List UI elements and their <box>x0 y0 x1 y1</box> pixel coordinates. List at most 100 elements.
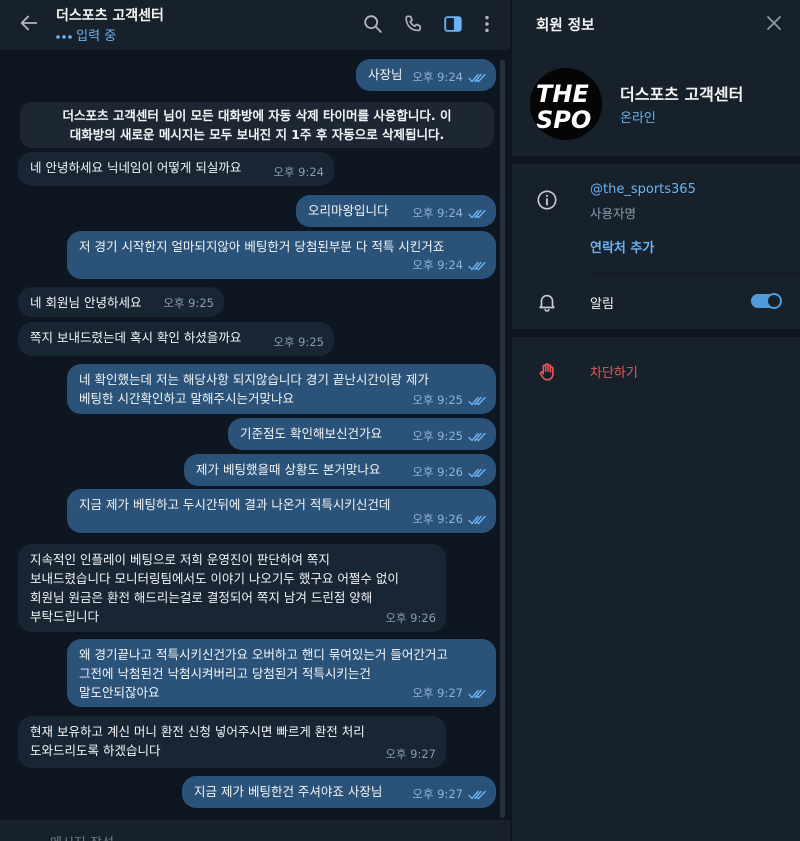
message-time: 오후 9:27 <box>412 787 463 801</box>
read-ticks-icon <box>468 396 486 405</box>
panel-title: 회원 정보 <box>536 18 595 34</box>
outgoing-message[interactable]: 기준점도 확인해보신건가요 오후 9:25 <box>228 418 496 450</box>
outgoing-message[interactable]: 지금 제가 베팅한건 주셔야죠 사장님 오후 9:27 <box>182 776 496 808</box>
message-meta: 오후 9:24 <box>412 256 486 275</box>
composer: 메시지 작성 <box>0 820 510 841</box>
typing-status-label: 입력 중 <box>76 29 117 44</box>
read-ticks-icon <box>468 790 486 799</box>
message-meta: 오후 9:27 <box>412 785 486 804</box>
read-ticks-icon <box>468 261 486 270</box>
hand-block-icon <box>539 363 554 381</box>
scrollbar[interactable] <box>500 60 505 818</box>
outgoing-message[interactable]: 네 확인했는데 저는 해당사항 되지않습니다 경기 끝난시간이랑 제가 베팅한 시… <box>67 364 496 414</box>
message-time: 오후 9:25 <box>412 393 463 407</box>
incoming-message[interactable]: 쪽지 보내드렸는데 혹시 확인 하셨을까요 오후 9:25 <box>18 322 334 356</box>
avatar-logo-line1: THE <box>536 80 589 108</box>
read-ticks-icon <box>468 73 486 82</box>
chat-title[interactable]: 더스포츠 고객센터 <box>56 5 164 25</box>
info-icon <box>537 190 557 210</box>
outgoing-message[interactable]: 저 경기 시작한지 얼마되지않아 베팅한거 당첨된부분 다 적특 시킨거죠오후 … <box>67 231 496 279</box>
row-divider <box>590 273 800 274</box>
message-meta: 오후 9:25 <box>412 391 486 410</box>
message-list[interactable]: 사장님 오후 9:24 네 안녕하세요 닉네임이 어떻게 되실까요 오후 9:24 오리… <box>0 50 510 820</box>
message-text: 부탁드립니다 <box>30 609 100 624</box>
message-text: 저 경기 시작한지 얼마되지않아 베팅한거 당첨된부분 다 적특 시킨거죠 <box>79 239 445 254</box>
avatar-logo-line2: SPO <box>536 106 591 134</box>
outgoing-message[interactable]: 제가 베팅했을때 상황도 본거맞나요 오후 9:26 <box>184 454 496 486</box>
read-ticks-icon <box>468 468 486 477</box>
outgoing-message[interactable]: 지금 제가 베팅하고 두시간뒤에 결과 나온거 적특시키신건데 오후 9:26 <box>67 489 496 533</box>
section-divider <box>512 329 800 337</box>
avatar[interactable]: THE SPO <box>530 68 602 140</box>
message-text: 보내드렸습니다 모니터링팀에서도 이야기 나오기두 했구요 어쩔수 없이 <box>30 571 399 586</box>
message-text: 그전에 낙첨된건 낙첨시켜버리고 당첨된거 적특시키는건 <box>79 666 371 681</box>
message-time: 오후 9:26 <box>412 465 463 479</box>
incoming-message[interactable]: 지속적인 인플레이 베팅으로 저희 운영진이 판단하여 쪽지보내드렸습니다 모니… <box>18 544 446 632</box>
read-ticks-icon <box>468 432 486 441</box>
read-ticks-icon <box>468 689 486 698</box>
profile-panel: 회원 정보 THE SPO 더스포츠 고객센터 온라인 @the_sports3… <box>512 0 800 841</box>
block-user-button[interactable]: 차단하기 <box>590 362 638 381</box>
read-ticks-icon <box>468 515 486 524</box>
read-ticks-icon <box>468 209 486 218</box>
message-text: 도와드리도록 하겠습니다 <box>30 743 161 758</box>
message-time: 오후 9:24 <box>412 258 463 272</box>
close-icon[interactable] <box>766 15 782 31</box>
chat-header: 더스포츠 고객센터 입력 중 <box>0 0 510 50</box>
message-time: 오후 9:27 <box>412 686 463 700</box>
message-time: 오후 9:25 <box>273 335 324 349</box>
avatar-logo-icon: THE SPO <box>536 80 591 134</box>
message-time: 오후 9:24 <box>412 70 463 84</box>
search-icon[interactable] <box>362 13 384 35</box>
more-vertical-icon[interactable] <box>476 13 498 35</box>
service-message-line: 대화방의 새로운 메시지는 모두 보내진 지 1주 후 자동으로 삭제됩니다. <box>69 127 445 142</box>
message-time: 오후 9:27 <box>385 747 436 761</box>
outgoing-message[interactable]: 왜 경기끝나고 적특시키신건가요 오버하고 핸디 묶여있는거 들어간거고그전에 … <box>67 639 496 707</box>
message-meta: 오후 9:24 <box>412 204 486 223</box>
incoming-message[interactable]: 네 안녕하세요 닉네임이 어떻게 되실까요 오후 9:24 <box>18 152 334 186</box>
phone-icon[interactable] <box>402 13 424 35</box>
message-meta: 오후 9:27 <box>385 745 436 764</box>
username-link[interactable]: @the_sports365 <box>590 182 696 197</box>
outgoing-message[interactable]: 사장님 오후 9:24 <box>356 59 496 91</box>
chat-area: 더스포츠 고객센터 입력 중 사장님 오후 9:24 네 안녕하세요 닉네임이 어떻… <box>0 0 510 841</box>
add-contact-button[interactable]: 연락처 추가 <box>590 237 654 256</box>
message-time: 오후 9:25 <box>412 429 463 443</box>
message-meta: 오후 9:26 <box>412 510 486 529</box>
notifications-label: 알림 <box>590 297 614 312</box>
message-time: 오후 9:26 <box>412 512 463 526</box>
message-text: 회원님 원금은 환전 해드리는걸로 결정되어 쪽지 남겨 드린점 양해 <box>30 590 373 605</box>
arrow-left-icon[interactable] <box>18 12 40 34</box>
message-meta: 오후 9:24 <box>412 68 486 87</box>
incoming-message[interactable]: 네 회원님 안녕하세요 오후 9:25 <box>18 287 224 317</box>
toggle-knob <box>766 293 782 309</box>
message-meta: 오후 9:27 <box>412 684 486 703</box>
message-meta: 오후 9:25 <box>273 333 324 352</box>
bell-icon <box>539 294 555 312</box>
notifications-toggle[interactable] <box>751 293 782 309</box>
message-time: 오후 9:24 <box>273 165 324 179</box>
message-text: 네 확인했는데 저는 해당사항 되지않습니다 경기 끝난시간이랑 제가 <box>79 372 429 387</box>
message-time: 오후 9:25 <box>163 296 214 310</box>
online-status: 온라인 <box>620 111 656 126</box>
message-meta: 오후 9:24 <box>273 163 324 182</box>
message-time: 오후 9:24 <box>412 206 463 220</box>
message-meta: 오후 9:25 <box>412 427 486 446</box>
incoming-message[interactable]: 현재 보유하고 계신 머니 환전 신청 넣어주시면 빠르게 환전 처리도와드리도… <box>18 716 446 768</box>
service-message: 더스포츠 고객센터 님이 모든 대화방에 자동 삭제 타이머를 사용합니다. 이… <box>20 102 494 148</box>
section-divider <box>512 156 800 164</box>
message-text: 현재 보유하고 계신 머니 환전 신청 넣어주시면 빠르게 환전 처리 <box>30 724 365 739</box>
sidebar-toggle-icon[interactable] <box>442 13 464 35</box>
service-message-line: 더스포츠 고객센터 님이 모든 대화방에 자동 삭제 타이머를 사용합니다. 이 <box>62 108 452 123</box>
message-time: 오후 9:26 <box>385 611 436 625</box>
message-text: 지속적인 인플레이 베팅으로 저희 운영진이 판단하여 쪽지 <box>30 552 330 567</box>
profile-name: 더스포츠 고객센터 <box>620 85 744 104</box>
message-meta: 오후 9:25 <box>163 294 214 313</box>
message-text: 왜 경기끝나고 적특시키신건가요 오버하고 핸디 묶여있는거 들어간거고 <box>79 647 448 662</box>
typing-dots-icon <box>56 35 72 39</box>
outgoing-message[interactable]: 오리마왕입니다 오후 9:24 <box>296 195 496 227</box>
message-meta: 오후 9:26 <box>385 609 436 628</box>
message-input[interactable]: 메시지 작성 <box>50 832 114 841</box>
message-meta: 오후 9:26 <box>412 463 486 482</box>
typing-status: 입력 중 <box>56 25 116 44</box>
